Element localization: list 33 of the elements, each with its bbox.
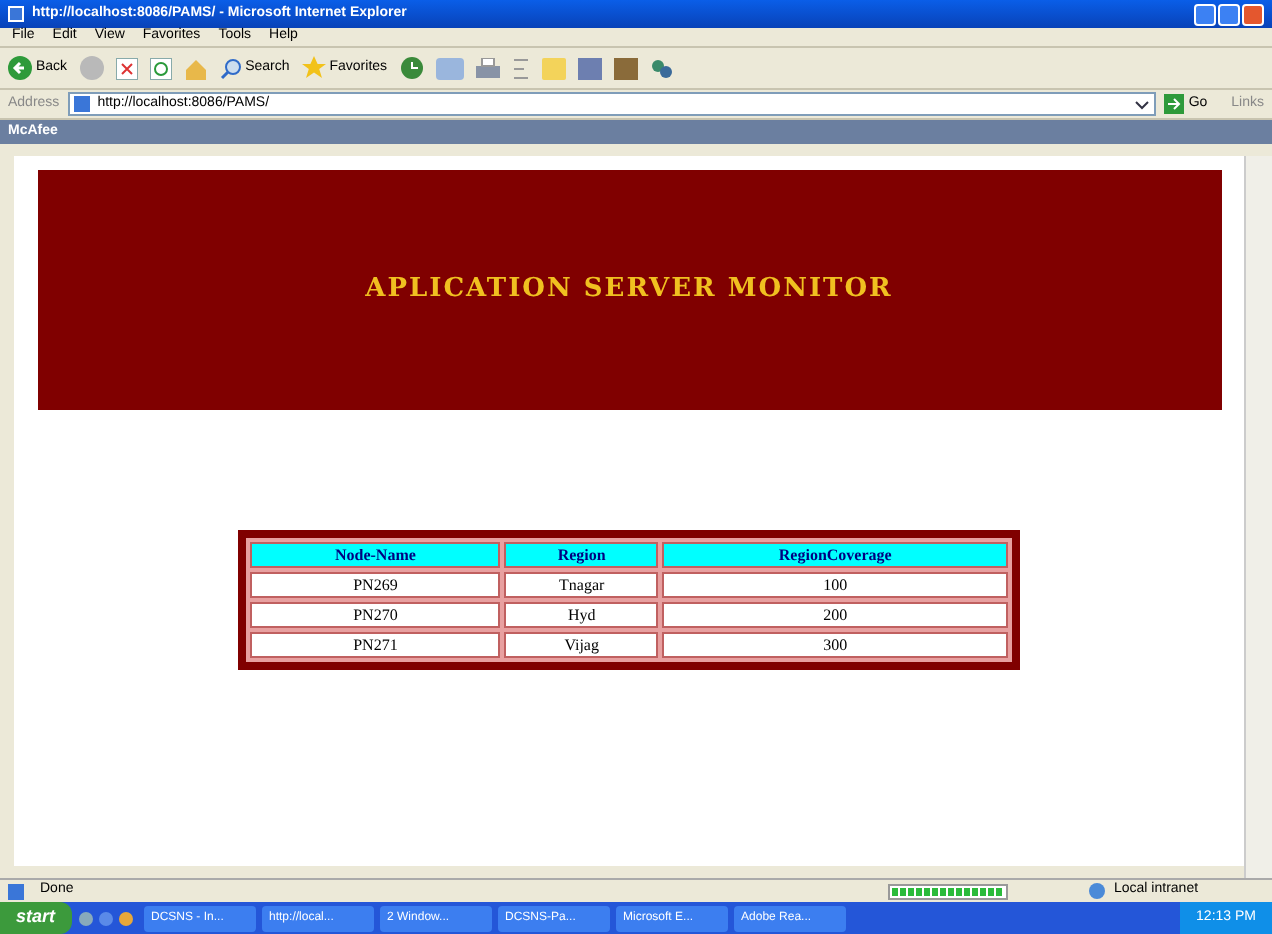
start-button[interactable]: start (0, 902, 72, 934)
browser-icon (8, 6, 24, 22)
column-header: RegionCoverage (662, 542, 1008, 568)
go-arrow-icon (1164, 94, 1185, 114)
column-header: Node-Name (250, 542, 501, 568)
dropdown-icon[interactable] (1134, 95, 1151, 113)
quick-launch-icon[interactable] (77, 909, 138, 927)
star-icon (301, 56, 326, 80)
table-cell: Hyd (504, 602, 659, 628)
table-cell: 300 (662, 632, 1008, 658)
page-icon (8, 883, 24, 899)
search-icon (219, 57, 242, 79)
refresh-icon[interactable] (149, 57, 172, 79)
column-header: Region (504, 542, 659, 568)
print-icon[interactable] (475, 57, 500, 79)
globe-icon (1088, 882, 1106, 900)
table-cell: PN270 (250, 602, 501, 628)
table-cell: Vijag (504, 632, 659, 658)
table-cell: PN269 (250, 572, 501, 598)
stop-icon[interactable] (115, 57, 138, 79)
maximize-button[interactable] (1218, 3, 1240, 25)
page-heading: APLICATION SERVER MONITOR (365, 272, 893, 309)
close-button[interactable] (1242, 3, 1264, 25)
people-icon[interactable] (649, 57, 674, 79)
minimize-button[interactable] (1194, 3, 1216, 25)
edit-icon[interactable] (511, 57, 530, 79)
table-cell: 100 (662, 572, 1008, 598)
page-icon (73, 96, 90, 112)
table-cell: Tnagar (504, 572, 659, 598)
history-icon[interactable] (399, 56, 424, 80)
table-cell: PN271 (250, 632, 501, 658)
back-arrow-icon (8, 56, 32, 80)
table-cell: 200 (662, 602, 1008, 628)
